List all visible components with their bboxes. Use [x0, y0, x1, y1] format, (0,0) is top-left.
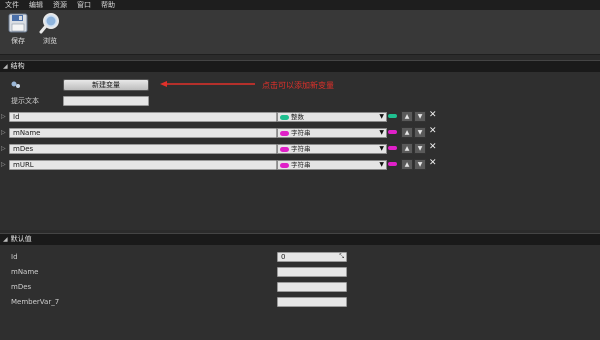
variable-type-label: 整数	[291, 113, 304, 121]
type-pin-icon	[388, 130, 397, 134]
type-pin-icon	[388, 146, 397, 150]
move-up-button[interactable]: ▲	[401, 111, 413, 122]
default-membervar-input[interactable]	[277, 297, 347, 307]
row-expand-icon[interactable]: ▷	[1, 113, 6, 120]
spinner-icon[interactable]: ⤡	[339, 253, 344, 261]
chevron-down-icon: ▼	[379, 113, 384, 120]
structure-title: 结构	[10, 62, 25, 70]
default-value: 0	[281, 253, 286, 261]
browse-label: 浏览	[43, 37, 57, 45]
browse-button[interactable]: 浏览	[36, 12, 64, 52]
move-down-button[interactable]: ▼	[414, 127, 426, 138]
menu-help[interactable]: 帮助	[96, 0, 120, 10]
delete-variable-button[interactable]: ✕	[429, 111, 437, 120]
row-expand-icon[interactable]: ▷	[1, 129, 6, 136]
variable-type-select[interactable]: 字符串 ▼	[277, 128, 387, 138]
defaults-panel: Id 0 ⤡ mName mDes MemberVar_7	[0, 245, 600, 340]
delete-variable-button[interactable]: ✕	[429, 127, 437, 136]
type-color-icon	[280, 130, 289, 136]
floppy-disk-icon	[8, 13, 28, 33]
variable-type-select[interactable]: 整数 ▼	[277, 112, 387, 122]
menu-edit[interactable]: 编辑	[24, 0, 48, 10]
menu-window[interactable]: 窗口	[72, 0, 96, 10]
default-label: Id	[11, 253, 18, 261]
type-color-icon	[280, 146, 289, 152]
type-pin-icon	[388, 162, 397, 166]
variable-name-input[interactable]: mURL	[9, 160, 277, 170]
row-expand-icon[interactable]: ▷	[1, 161, 6, 168]
menu-bar: 文件 编辑 资源 窗口 帮助	[0, 0, 600, 10]
default-mdes-input[interactable]	[277, 282, 347, 292]
toolbar: 保存 浏览	[0, 10, 600, 55]
variable-type-select[interactable]: 字符串 ▼	[277, 160, 387, 170]
variable-name-input[interactable]: Id	[9, 112, 277, 122]
annotation-text: 点击可以添加新变量	[262, 81, 334, 90]
default-label: mDes	[11, 283, 32, 291]
structure-panel: 新建变量 点击可以添加新变量 提示文本 ▷ Id 整数 ▼ ▲ ▼ ✕ ▷ mNa…	[0, 72, 600, 230]
delete-variable-button[interactable]: ✕	[429, 159, 437, 168]
tooltip-label: 提示文本	[11, 97, 39, 105]
variable-type-select[interactable]: 字符串 ▼	[277, 144, 387, 154]
type-color-icon	[280, 162, 289, 168]
move-up-button[interactable]: ▲	[401, 159, 413, 170]
variable-name-input[interactable]: mName	[9, 128, 277, 138]
defaults-title: 默认值	[10, 235, 32, 243]
collapse-triangle-icon: ◢	[3, 236, 8, 243]
default-mname-input[interactable]	[277, 267, 347, 277]
chevron-down-icon: ▼	[379, 145, 384, 152]
move-down-button[interactable]: ▼	[414, 143, 426, 154]
variable-name-input[interactable]: mDes	[9, 144, 277, 154]
variable-type-label: 字符串	[291, 129, 311, 137]
menu-assets[interactable]: 资源	[48, 0, 72, 10]
default-label: MemberVar_7	[11, 298, 60, 306]
move-up-button[interactable]: ▲	[401, 127, 413, 138]
delete-variable-button[interactable]: ✕	[429, 143, 437, 152]
move-up-button[interactable]: ▲	[401, 143, 413, 154]
type-color-icon	[280, 114, 289, 120]
variable-type-label: 字符串	[291, 145, 311, 153]
row-expand-icon[interactable]: ▷	[1, 145, 6, 152]
tooltip-input[interactable]	[63, 96, 149, 106]
chevron-down-icon: ▼	[379, 161, 384, 168]
move-down-button[interactable]: ▼	[414, 111, 426, 122]
menu-file[interactable]: 文件	[0, 0, 24, 10]
move-down-button[interactable]: ▼	[414, 159, 426, 170]
annotation-arrow-icon	[160, 81, 255, 87]
collapse-triangle-icon: ◢	[3, 63, 8, 70]
variable-type-label: 字符串	[291, 161, 311, 169]
add-variable-icon	[11, 81, 20, 88]
save-button[interactable]: 保存	[4, 12, 32, 52]
default-label: mName	[11, 268, 39, 276]
default-id-input[interactable]: 0 ⤡	[277, 252, 347, 262]
new-variable-button[interactable]: 新建变量	[63, 79, 149, 91]
magnifier-icon	[39, 13, 59, 34]
chevron-down-icon: ▼	[379, 129, 384, 136]
type-pin-icon	[388, 114, 397, 118]
save-label: 保存	[11, 37, 25, 45]
